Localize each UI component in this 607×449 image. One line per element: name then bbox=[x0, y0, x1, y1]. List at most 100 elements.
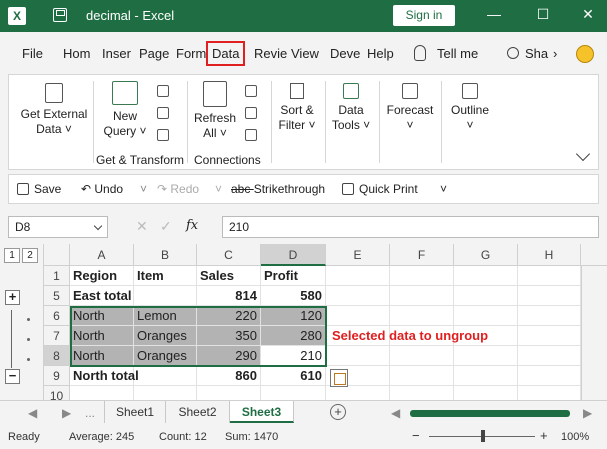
from-table-icon[interactable] bbox=[155, 107, 171, 123]
quick-analysis-icon[interactable] bbox=[330, 369, 348, 387]
cell-b5[interactable] bbox=[134, 286, 197, 306]
row-header[interactable]: 6 bbox=[44, 306, 70, 326]
empty-cell[interactable] bbox=[326, 286, 390, 306]
row-header[interactable]: 5 bbox=[44, 286, 70, 306]
sort-filter-button[interactable]: Sort & Filter ˅ bbox=[275, 83, 319, 133]
cell-a6[interactable]: North bbox=[70, 306, 134, 326]
cell-a5[interactable]: East total bbox=[70, 286, 134, 306]
column-header-a[interactable]: A bbox=[70, 244, 134, 266]
tell-me-search[interactable]: Tell me bbox=[437, 46, 478, 61]
tab-page-layout[interactable]: Page bbox=[139, 46, 169, 61]
minimize-icon[interactable]: — bbox=[484, 6, 504, 22]
cell-b9[interactable] bbox=[134, 366, 197, 386]
select-all-corner[interactable] bbox=[44, 244, 70, 266]
cell-c9[interactable]: 860 bbox=[197, 366, 261, 386]
forecast-button[interactable]: Forecast ˅ bbox=[383, 83, 437, 133]
qat-undo-button[interactable]: ↶ Undo bbox=[81, 182, 123, 196]
cell-d5[interactable]: 580 bbox=[261, 286, 326, 306]
zoom-slider-thumb[interactable] bbox=[481, 430, 485, 442]
tab-review[interactable]: Revie bbox=[254, 46, 287, 61]
cell-b1[interactable]: Item bbox=[134, 266, 197, 286]
row-header[interactable]: 8 bbox=[44, 346, 70, 366]
show-queries-icon[interactable] bbox=[155, 85, 171, 101]
cell-b8[interactable]: Oranges bbox=[134, 346, 197, 366]
empty-cell[interactable] bbox=[518, 306, 581, 326]
share-button[interactable]: Sha bbox=[525, 46, 548, 61]
sheet-tab[interactable]: Sheet1 bbox=[104, 401, 166, 423]
sheet-tab-active[interactable]: Sheet3 bbox=[230, 401, 294, 423]
cell-a7[interactable]: North bbox=[70, 326, 134, 346]
customize-qat-dropdown[interactable]: ˅ bbox=[440, 182, 447, 196]
enter-icon[interactable]: ✓ bbox=[160, 218, 172, 235]
tab-data[interactable]: Data bbox=[206, 41, 246, 66]
cell-d6[interactable]: 120 bbox=[261, 306, 326, 326]
empty-cell[interactable] bbox=[454, 366, 518, 386]
column-header-e[interactable]: E bbox=[326, 244, 390, 266]
empty-cell[interactable] bbox=[518, 326, 581, 346]
cell-d8-active[interactable]: 210 bbox=[261, 346, 326, 366]
outline-level-2-button[interactable]: 2 bbox=[22, 248, 38, 263]
row-header[interactable]: 1 bbox=[44, 266, 70, 286]
collapse-group-button[interactable]: − bbox=[5, 369, 20, 384]
properties-icon[interactable] bbox=[243, 107, 259, 123]
close-icon[interactable]: ✕ bbox=[578, 6, 598, 23]
tab-developer[interactable]: Deve bbox=[330, 46, 360, 61]
empty-cell[interactable] bbox=[390, 306, 454, 326]
more-sheets-icon[interactable]: ... bbox=[85, 406, 95, 420]
cell-c6[interactable]: 220 bbox=[197, 306, 261, 326]
empty-cell[interactable] bbox=[390, 286, 454, 306]
qat-redo-button[interactable]: ↷ Redo bbox=[157, 182, 199, 196]
expand-group-button[interactable]: + bbox=[5, 290, 20, 305]
tab-formulas[interactable]: Form bbox=[176, 46, 206, 61]
next-sheet-icon[interactable]: ▶ bbox=[62, 406, 71, 420]
refresh-all-button[interactable]: Refresh All ˅ bbox=[191, 81, 239, 141]
ribbon-scroll-right[interactable]: › bbox=[553, 46, 557, 61]
add-sheet-button[interactable]: + bbox=[330, 404, 346, 420]
cell-c1[interactable]: Sales bbox=[197, 266, 261, 286]
formula-input[interactable]: 210 bbox=[222, 216, 599, 238]
zoom-in-button[interactable]: + bbox=[540, 428, 548, 443]
sign-in-button[interactable]: Sign in bbox=[393, 5, 455, 26]
empty-cell[interactable] bbox=[390, 366, 454, 386]
cell-a1[interactable]: Region bbox=[70, 266, 134, 286]
name-box[interactable]: D8 bbox=[8, 216, 108, 238]
recent-sources-icon[interactable] bbox=[155, 129, 171, 145]
column-header-d[interactable]: D bbox=[261, 244, 326, 266]
edit-links-icon[interactable] bbox=[243, 129, 259, 145]
qat-undo-dropdown[interactable]: ˅ bbox=[140, 182, 147, 196]
empty-cell[interactable] bbox=[518, 346, 581, 366]
cell-a9[interactable]: North total bbox=[70, 366, 139, 386]
empty-cell[interactable] bbox=[390, 346, 454, 366]
row-header[interactable]: 9 bbox=[44, 366, 70, 386]
qat-save-button[interactable]: Save bbox=[17, 182, 61, 196]
empty-cell[interactable] bbox=[326, 266, 390, 286]
qat-strikethrough-button[interactable]: abc Strikethrough bbox=[231, 182, 325, 196]
empty-cell[interactable] bbox=[390, 266, 454, 286]
cell-b7[interactable]: Oranges bbox=[134, 326, 197, 346]
cell-c8[interactable]: 290 bbox=[197, 346, 261, 366]
sheet-tab[interactable]: Sheet2 bbox=[166, 401, 230, 423]
tab-help[interactable]: Help bbox=[367, 46, 394, 61]
vertical-scrollbar[interactable] bbox=[581, 266, 607, 400]
outline-button[interactable]: Outline ˅ bbox=[445, 83, 495, 133]
prev-sheet-icon[interactable]: ◀ bbox=[28, 406, 37, 420]
cell-b6[interactable]: Lemon bbox=[134, 306, 197, 326]
cell-d1[interactable]: Profit bbox=[261, 266, 326, 286]
feedback-smiley-icon[interactable] bbox=[576, 45, 594, 63]
cell-d9[interactable]: 610 bbox=[261, 366, 326, 386]
tab-home[interactable]: Hom bbox=[63, 46, 90, 61]
cell-d7[interactable]: 280 bbox=[261, 326, 326, 346]
column-header-c[interactable]: C bbox=[197, 244, 261, 266]
empty-cell[interactable] bbox=[518, 366, 581, 386]
collapse-ribbon-chevron-icon[interactable] bbox=[575, 146, 591, 162]
column-header-f[interactable]: F bbox=[390, 244, 454, 266]
save-icon[interactable] bbox=[53, 8, 67, 22]
data-tools-button[interactable]: Data Tools ˅ bbox=[329, 83, 373, 133]
cell-a8[interactable]: North bbox=[70, 346, 134, 366]
scroll-left-icon[interactable]: ◀ bbox=[391, 406, 400, 420]
tab-insert[interactable]: Inser bbox=[102, 46, 131, 61]
empty-cell[interactable] bbox=[518, 266, 581, 286]
column-header-g[interactable]: G bbox=[454, 244, 518, 266]
chevron-down-icon[interactable] bbox=[93, 221, 103, 231]
restore-icon[interactable]: ☐ bbox=[533, 6, 553, 23]
